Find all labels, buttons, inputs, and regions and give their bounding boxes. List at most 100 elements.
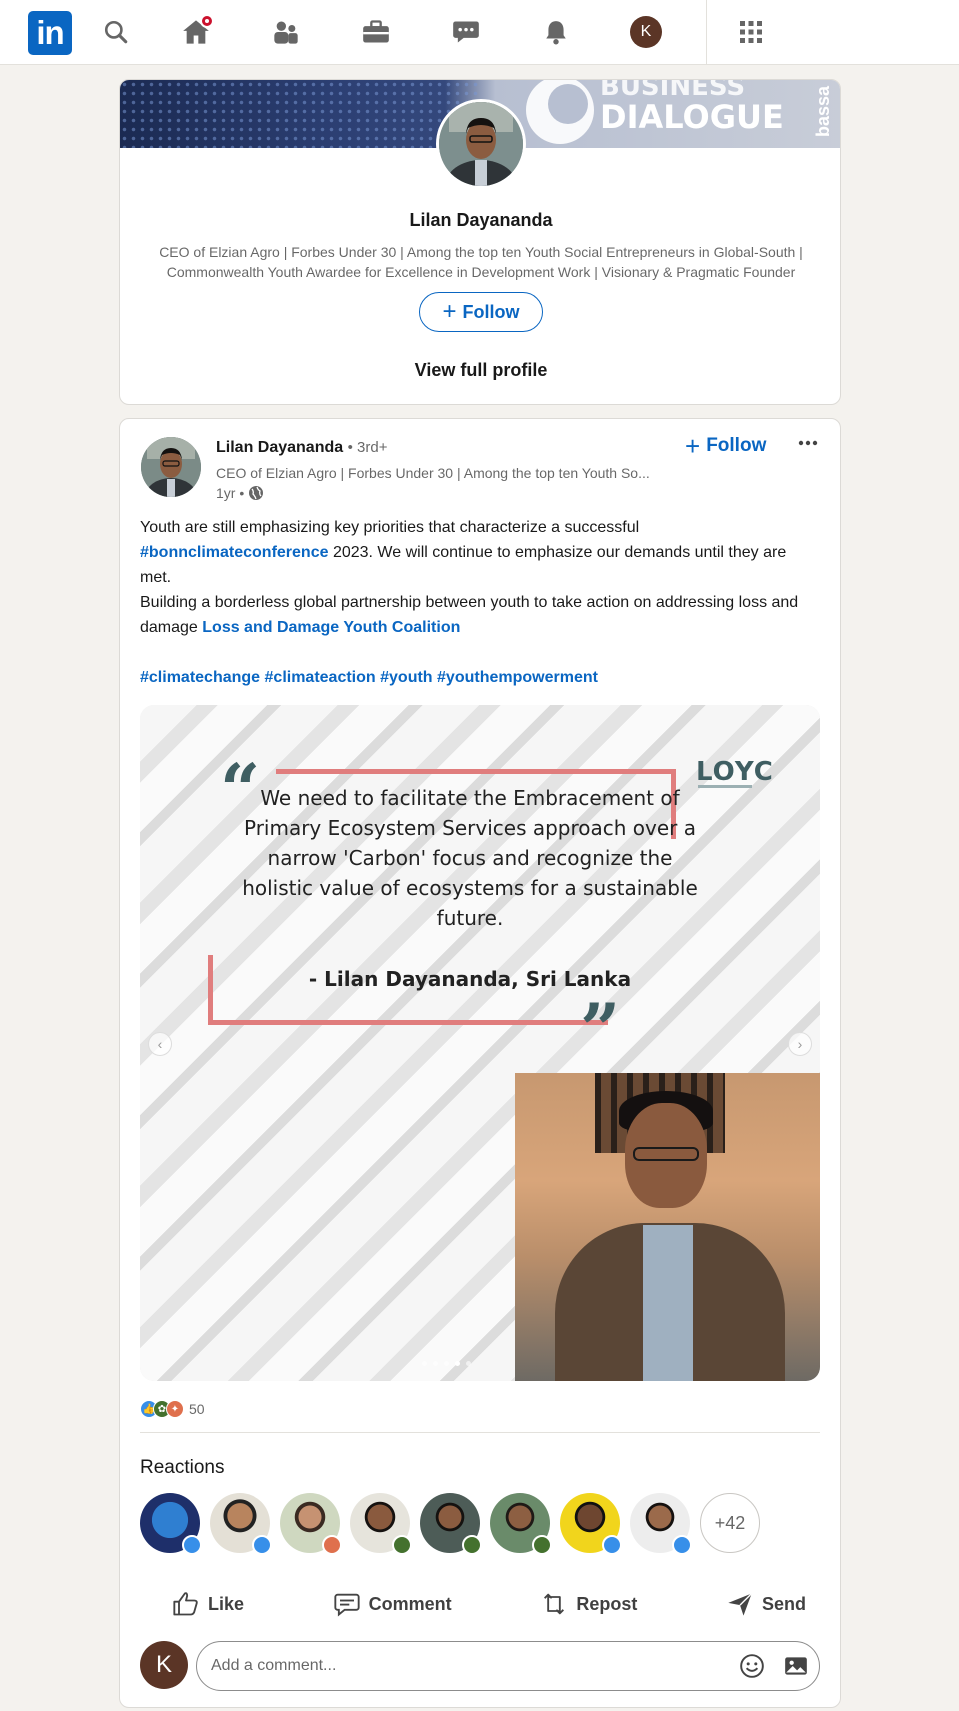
post-actions-bar: Like Comment Repost Send [140,1579,820,1629]
image-icon[interactable] [783,1653,809,1679]
post-image-carousel[interactable]: “ ” LOYC We need to facilitate the Embra… [140,705,820,1381]
follow-button[interactable]: + Follow [419,292,543,332]
hashtag-youth[interactable]: #youth [380,669,432,686]
carousel-next-arrow[interactable]: › [788,1032,812,1056]
carousel-dots [422,1361,471,1366]
send-label: Send [761,1593,806,1614]
carousel-dot[interactable] [422,1361,427,1366]
hashtag-climatechange[interactable]: #climatechange [140,669,260,686]
comment-input-icons [739,1653,809,1679]
follow-label: Follow [462,301,520,322]
comment-icon [334,1593,360,1617]
messaging-icon[interactable] [448,14,484,50]
reactor-avatar[interactable] [140,1493,202,1555]
divider [140,1432,820,1433]
reactor-avatar-list: +42 [140,1493,760,1555]
reactor-avatar[interactable] [210,1493,272,1555]
comment-button[interactable]: Comment [333,1579,452,1629]
search-icon[interactable] [98,14,134,50]
carousel-prev-arrow[interactable]: ‹ [148,1032,172,1056]
plus-icon: + [442,298,457,325]
hashtag-climateaction[interactable]: #climateaction [265,669,376,686]
banner-side-text: bassa [813,86,833,138]
post-text-part1: Youth are still emphasizing key prioriti… [140,519,640,536]
profile-card: BUSINESS DIALOGUE bassa Lilan Dayananda … [119,79,841,405]
reaction-count: 50 [189,1401,205,1417]
reactor-avatar[interactable] [630,1493,692,1555]
post-follow-label: Follow [706,435,767,456]
quote-attribution: - Lilan Dayananda, Sri Lanka [308,967,632,991]
connection-degree: • 3rd+ [347,439,388,456]
photo-person-glasses [633,1147,699,1161]
celebrate-badge-icon [322,1535,342,1555]
reactor-avatar[interactable] [420,1493,482,1555]
post-text: Youth are still emphasizing key prioriti… [140,515,820,690]
top-nav: in K [0,0,959,65]
profile-name[interactable]: Lilan Dayananda [120,210,840,231]
globe-icon [249,486,264,500]
carousel-dot[interactable] [466,1361,471,1366]
avatar[interactable]: K [628,14,664,50]
like-badge-icon [602,1535,622,1555]
like-badge-icon [252,1535,272,1555]
linkedin-logo[interactable]: in [28,11,72,55]
headline-line2: Commonwealth Youth Awardee for Excellenc… [166,264,796,280]
reaction-summary[interactable]: 👍 ✿ ✦ 50 [140,1400,205,1418]
close-quote-icon: ” [580,988,621,1071]
carousel-dot[interactable] [433,1361,438,1366]
repost-icon [544,1593,565,1615]
reactor-avatar[interactable] [490,1493,552,1555]
celebrate-reaction-icon: ✦ [166,1400,184,1418]
post-author-name[interactable]: Lilan Dayananda [216,439,343,456]
reactor-avatar[interactable] [350,1493,412,1555]
repost-button[interactable]: Repost [540,1579,637,1629]
repost-label: Repost [576,1593,638,1614]
hashtag-youthempowerment[interactable]: #youthempowerment [437,669,598,686]
post-author-avatar[interactable] [141,437,201,497]
banner-line2: DIALOGUE [600,98,784,136]
support-badge-icon [392,1535,412,1555]
mention-loss-and-damage-youth-coalition[interactable]: Loss and Damage Youth Coalition [202,619,460,636]
apps-grid-icon[interactable] [733,14,769,50]
like-badge-icon [182,1535,202,1555]
banner-logo-swoosh [526,80,594,144]
more-reactions-button[interactable]: +42 [700,1493,760,1553]
more-options-icon[interactable] [793,429,823,457]
reactions-heading: Reactions [140,1457,225,1478]
send-icon [728,1593,753,1616]
post-author[interactable]: Lilan Dayananda • 3rd+ [216,439,387,457]
post-follow-button[interactable]: + Follow [685,433,766,459]
support-badge-icon [532,1535,552,1555]
post-timestamp: 1yr • [216,485,264,501]
briefcase-icon[interactable] [358,14,394,50]
view-full-profile-link[interactable]: View full profile [120,360,840,381]
like-button[interactable]: Like [172,1579,244,1629]
send-button[interactable]: Send [726,1579,806,1629]
bell-icon[interactable] [538,14,574,50]
post-time-text: 1yr • [216,485,245,501]
thumbs-up-icon [173,1592,198,1616]
avatar-initial: K [630,16,662,48]
photo-person-shirt [643,1225,693,1381]
comment-input[interactable]: Add a comment... [196,1641,820,1691]
comment-user-avatar[interactable]: K [140,1641,188,1689]
home-icon[interactable] [178,14,214,50]
reactor-avatar[interactable] [280,1493,342,1555]
carousel-dot[interactable] [444,1361,449,1366]
speaker-photo [515,1073,820,1381]
hashtag-bonnclimateconference[interactable]: #bonnclimateconference [140,544,329,561]
carousel-dot[interactable] [455,1361,460,1366]
comment-label: Comment [368,1593,452,1614]
reactor-avatar[interactable] [560,1493,622,1555]
post-card: Lilan Dayananda • 3rd+ CEO of Elzian Agr… [119,418,841,1708]
people-icon[interactable] [268,14,304,50]
nav-divider [706,0,707,65]
headline-line1: CEO of Elzian Agro | Forbes Under 30 | A… [159,244,803,260]
plus-icon: + [685,431,701,461]
comment-placeholder: Add a comment... [211,1657,337,1674]
notification-badge [200,14,214,28]
post-author-headline: CEO of Elzian Agro | Forbes Under 30 | A… [216,465,650,481]
banner-crowd-pattern [120,80,480,148]
emoji-icon[interactable] [739,1653,765,1679]
profile-photo[interactable] [436,99,526,189]
